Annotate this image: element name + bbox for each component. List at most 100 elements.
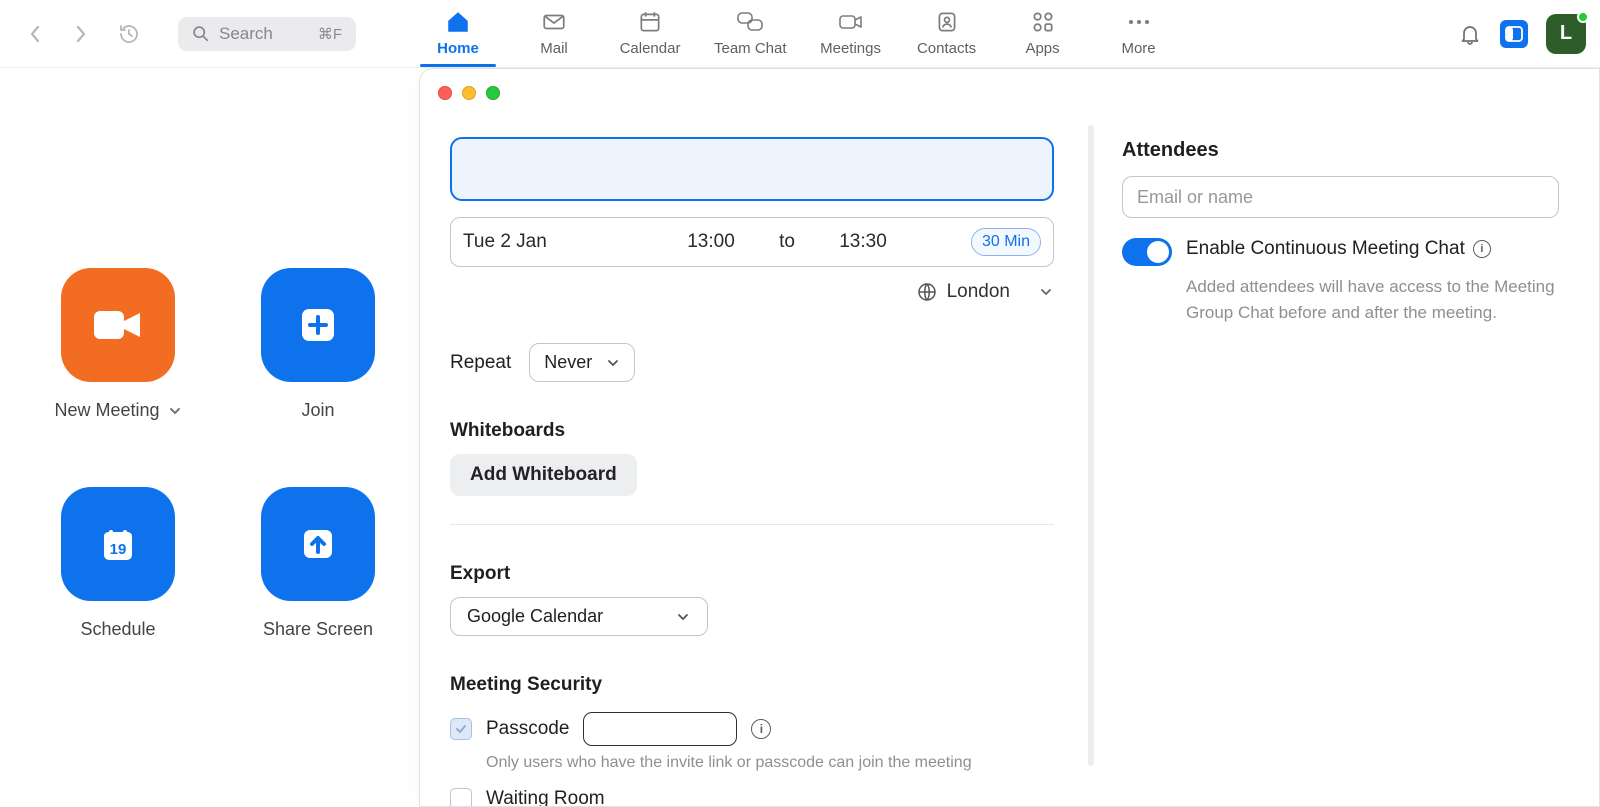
avatar-initial: L: [1560, 22, 1572, 45]
tab-label: Calendar: [620, 40, 681, 57]
join-button[interactable]: Join: [218, 268, 418, 421]
end-time[interactable]: 13:30: [815, 231, 911, 253]
main-tabs: Home Mail Calendar Team Chat Meetings Co…: [410, 0, 1187, 67]
search-shortcut: ⌘F: [318, 25, 342, 43]
divider: [450, 524, 1054, 525]
tab-label: More: [1121, 40, 1155, 57]
chat-icon: [736, 8, 764, 36]
tab-label: Contacts: [917, 40, 976, 57]
tab-apps[interactable]: Apps: [995, 0, 1091, 67]
passcode-hint: Only users who have the invite link or p…: [486, 754, 1088, 772]
waiting-room-label: Waiting Room: [486, 788, 605, 806]
action-label: Schedule: [80, 619, 155, 640]
tab-label: Home: [437, 40, 479, 57]
search-input[interactable]: Search ⌘F: [178, 17, 356, 51]
new-meeting-button[interactable]: New Meeting: [18, 268, 218, 421]
tab-team-chat[interactable]: Team Chat: [698, 0, 803, 67]
tab-label: Team Chat: [714, 40, 787, 57]
presence-dot: [1577, 11, 1589, 23]
search-icon: [192, 25, 209, 42]
add-whiteboard-button[interactable]: Add Whiteboard: [450, 454, 637, 496]
history-button[interactable]: [116, 21, 142, 47]
continuous-chat-desc: Added attendees will have access to the …: [1186, 274, 1559, 325]
attendees-input[interactable]: Email or name: [1122, 176, 1559, 218]
panel-icon: [1505, 25, 1523, 43]
tab-contacts[interactable]: Contacts: [899, 0, 995, 67]
tab-more[interactable]: More: [1091, 0, 1187, 67]
camera-icon: [90, 305, 146, 345]
nav-forward-button[interactable]: [72, 25, 90, 43]
calendar-tile-icon: 19: [94, 520, 142, 568]
chevron-down-icon: [1038, 284, 1054, 300]
dialog-titlebar: [420, 69, 1599, 117]
mail-icon: [540, 8, 568, 36]
passcode-info-icon[interactable]: i: [751, 719, 771, 739]
duration-badge: 30 Min: [971, 228, 1041, 256]
passcode-checkbox[interactable]: [450, 718, 472, 740]
home-quick-actions: New Meeting Join 19 Schedule Share Scree…: [18, 268, 418, 640]
dialog-side-panel: Attendees Email or name Enable Continuou…: [1094, 117, 1599, 806]
more-icon: [1125, 8, 1153, 36]
contacts-icon: [933, 8, 961, 36]
profile-avatar[interactable]: L: [1546, 14, 1586, 54]
security-title: Meeting Security: [450, 674, 1088, 696]
window-zoom-button[interactable]: [486, 86, 500, 100]
side-panel-button[interactable]: [1500, 20, 1528, 48]
repeat-select[interactable]: Never: [529, 343, 635, 382]
video-icon: [837, 8, 865, 36]
tab-meetings[interactable]: Meetings: [803, 0, 899, 67]
passcode-label: Passcode: [486, 718, 569, 740]
chevron-left-icon: [29, 25, 41, 43]
topbar: Search ⌘F Home Mail Calendar Team Chat M…: [0, 0, 1600, 68]
dialog-main-panel: Tue 2 Jan 13:00 to 13:30 30 Min London R…: [420, 117, 1088, 806]
tab-label: Meetings: [820, 40, 881, 57]
start-time[interactable]: 13:00: [663, 231, 759, 253]
action-label: New Meeting: [54, 400, 159, 421]
tab-label: Apps: [1025, 40, 1059, 57]
action-label: Share Screen: [263, 619, 373, 640]
export-value: Google Calendar: [467, 606, 603, 627]
chevron-right-icon: [75, 25, 87, 43]
chevron-down-icon: [675, 609, 691, 625]
plus-icon: [294, 301, 342, 349]
check-icon: [454, 722, 468, 736]
whiteboards-title: Whiteboards: [450, 420, 1088, 442]
tab-label: Mail: [540, 40, 568, 57]
meeting-title-input[interactable]: [450, 137, 1054, 201]
timezone-selector[interactable]: London: [450, 281, 1054, 303]
export-title: Export: [450, 563, 1088, 585]
attendees-placeholder: Email or name: [1137, 187, 1253, 208]
export-select[interactable]: Google Calendar: [450, 597, 708, 636]
tab-home[interactable]: Home: [410, 0, 506, 67]
tab-calendar[interactable]: Calendar: [602, 0, 698, 67]
repeat-value: Never: [544, 352, 592, 373]
notifications-button[interactable]: [1458, 22, 1482, 46]
nav-back-button[interactable]: [26, 25, 44, 43]
timezone-value: London: [947, 281, 1010, 303]
calendar-icon: [636, 8, 664, 36]
window-minimize-button[interactable]: [462, 86, 476, 100]
search-placeholder: Search: [219, 24, 273, 44]
waiting-room-checkbox[interactable]: [450, 788, 472, 806]
upload-icon: [294, 520, 342, 568]
chevron-down-icon: [168, 404, 182, 418]
window-close-button[interactable]: [438, 86, 452, 100]
date-value[interactable]: Tue 2 Jan: [463, 231, 663, 253]
apps-icon: [1029, 8, 1057, 36]
attendees-title: Attendees: [1122, 139, 1559, 162]
chat-info-icon[interactable]: i: [1473, 240, 1491, 258]
continuous-chat-toggle[interactable]: [1122, 238, 1172, 266]
home-icon: [444, 8, 472, 36]
history-icon: [117, 22, 141, 46]
schedule-meeting-dialog: Tue 2 Jan 13:00 to 13:30 30 Min London R…: [419, 68, 1600, 807]
share-screen-button[interactable]: Share Screen: [218, 487, 418, 640]
globe-icon: [917, 282, 937, 302]
tab-mail[interactable]: Mail: [506, 0, 602, 67]
schedule-button[interactable]: 19 Schedule: [18, 487, 218, 640]
passcode-input[interactable]: [583, 712, 737, 746]
svg-text:19: 19: [110, 541, 127, 558]
action-label: Join: [301, 400, 334, 421]
to-label: to: [759, 231, 815, 253]
datetime-row[interactable]: Tue 2 Jan 13:00 to 13:30 30 Min: [450, 217, 1054, 267]
chevron-down-icon: [606, 356, 620, 370]
